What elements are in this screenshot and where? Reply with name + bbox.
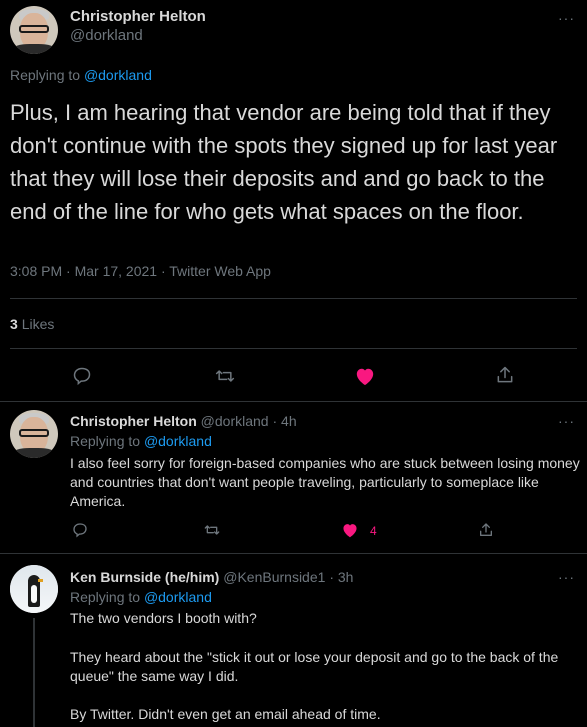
reply-header: Christopher Helton @dorkland · 4h bbox=[70, 413, 297, 429]
divider bbox=[10, 348, 577, 349]
avatar-penguin-belly bbox=[31, 585, 37, 603]
reply-text-line: They heard about the "stick it out or lo… bbox=[70, 649, 559, 684]
reply-text: I also feel sorry for foreign-based comp… bbox=[70, 455, 580, 509]
avatar-shirt bbox=[12, 448, 56, 458]
share-icon[interactable] bbox=[476, 520, 496, 540]
reply-author-handle[interactable]: @KenBurnside1 bbox=[223, 569, 325, 585]
reply-time[interactable]: · 4h bbox=[272, 413, 296, 429]
replying-prefix: Replying to bbox=[70, 589, 141, 605]
reply-text-line: By Twitter. Didn't even get an email ahe… bbox=[70, 706, 381, 722]
divider bbox=[0, 553, 587, 554]
replying-to-link[interactable]: @dorkland bbox=[144, 433, 212, 449]
author-handle[interactable]: @dorkland bbox=[70, 27, 143, 44]
reply-icon[interactable] bbox=[70, 520, 90, 540]
replying-prefix: Replying to bbox=[70, 433, 141, 449]
divider bbox=[10, 298, 577, 299]
retweet-icon[interactable] bbox=[202, 520, 222, 540]
reply-header: Ken Burnside (he/him) @KenBurnside1 · 3h bbox=[70, 569, 353, 585]
share-icon[interactable] bbox=[493, 363, 517, 387]
reply-avatar[interactable] bbox=[10, 565, 58, 613]
author-name[interactable]: Christopher Helton bbox=[70, 8, 206, 25]
reply-text-line: The two vendors I booth with? bbox=[70, 610, 257, 626]
replying-to-link[interactable]: @dorkland bbox=[144, 589, 212, 605]
replying-to-link[interactable]: @dorkland bbox=[84, 67, 152, 83]
replying-to: Replying to @dorkland bbox=[70, 433, 212, 449]
reply-icon[interactable] bbox=[70, 364, 94, 388]
avatar-penguin-beak bbox=[38, 579, 43, 582]
reply-time[interactable]: · 3h bbox=[329, 569, 353, 585]
avatar-shirt bbox=[12, 44, 56, 54]
tweet-text: Plus, I am hearing that vendor are being… bbox=[10, 100, 558, 224]
replying-to: Replying to @dorkland bbox=[10, 67, 152, 83]
like-icon[interactable] bbox=[352, 363, 378, 389]
more-icon[interactable]: ··· bbox=[558, 10, 575, 26]
replying-to: Replying to @dorkland bbox=[70, 589, 212, 605]
likes-count: 3 bbox=[10, 316, 18, 332]
divider bbox=[0, 401, 587, 402]
avatar-glasses bbox=[19, 25, 49, 33]
reply-author-name[interactable]: Christopher Helton bbox=[70, 413, 197, 429]
likes-stat[interactable]: 3 Likes bbox=[10, 316, 54, 332]
replying-prefix: Replying to bbox=[10, 67, 81, 83]
like-count: 4 bbox=[370, 524, 377, 538]
likes-label: Likes bbox=[21, 316, 55, 332]
reply-author-handle[interactable]: @dorkland bbox=[201, 413, 269, 429]
like-icon[interactable] bbox=[340, 520, 360, 540]
tweet-timestamp[interactable]: 3:08 PM · Mar 17, 2021 · Twitter Web App bbox=[10, 263, 271, 279]
author-avatar[interactable] bbox=[10, 6, 58, 54]
reply-avatar[interactable] bbox=[10, 410, 58, 458]
avatar-glasses bbox=[19, 429, 49, 437]
more-icon[interactable]: ··· bbox=[558, 569, 575, 585]
thread-line bbox=[33, 618, 35, 727]
more-icon[interactable]: ··· bbox=[558, 413, 575, 429]
retweet-icon[interactable] bbox=[213, 364, 237, 388]
main-tweet: Christopher Helton @dorkland ··· Replyin… bbox=[0, 0, 587, 402]
reply-author-name[interactable]: Ken Burnside (he/him) bbox=[70, 569, 219, 585]
